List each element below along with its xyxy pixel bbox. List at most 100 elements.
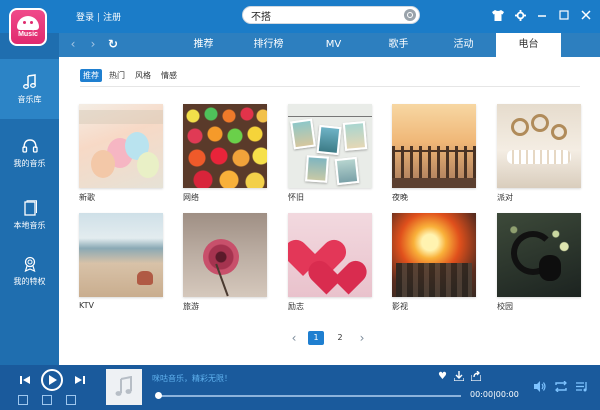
sidebar: 音乐库 我的音乐 本地音乐 我的特权 (0, 33, 59, 365)
tab-mv[interactable]: MV (301, 33, 366, 57)
station-label: 夜晚 (392, 193, 408, 202)
skin-shirt-icon[interactable] (492, 9, 504, 21)
headphones-icon (21, 138, 38, 153)
station-label: 网络 (183, 193, 199, 202)
tab-charts[interactable]: 排行榜 (236, 33, 301, 57)
tab-radio[interactable]: 电台 (496, 33, 561, 57)
track-actions: ♥ (438, 370, 482, 384)
search-box (242, 6, 420, 24)
station-card[interactable]: KTV (79, 213, 163, 310)
station-thumbnail (497, 104, 581, 188)
subtab-emotion[interactable]: 情感 (158, 69, 180, 82)
window-controls (492, 9, 592, 21)
app-logo: Music (9, 8, 47, 46)
station-card[interactable]: 怀旧 (288, 104, 372, 203)
station-card[interactable]: 旅游 (183, 213, 267, 312)
station-label: 校园 (497, 302, 513, 311)
station-thumbnail (288, 213, 372, 297)
progress-knob[interactable] (155, 392, 162, 399)
station-card[interactable]: 派对 (497, 104, 581, 203)
tab-events[interactable]: 活动 (431, 33, 496, 57)
pagination: ‹ 1 2 › (288, 331, 368, 345)
station-card[interactable]: 新歌 (79, 104, 163, 203)
nav-arrows: ‹ › ↻ (67, 37, 119, 51)
album-art[interactable] (106, 369, 142, 405)
station-card[interactable]: 夜晚 (392, 104, 476, 203)
station-thumbnail (392, 213, 476, 297)
sidebar-item-my-music[interactable]: 我的音乐 (0, 123, 59, 183)
minimize-icon[interactable] (536, 9, 548, 21)
station-card[interactable]: 校园 (497, 213, 581, 312)
sidebar-item-label: 我的特权 (13, 276, 46, 286)
subtab-divider (80, 86, 580, 87)
station-thumbnail (79, 213, 163, 297)
heart-icon[interactable]: ♥ (438, 371, 447, 384)
station-label: 怀旧 (288, 193, 304, 202)
player-small-icons (18, 395, 76, 405)
page-button[interactable]: 1 (308, 331, 324, 345)
sidebar-item-label: 本地音乐 (13, 220, 46, 230)
station-card[interactable]: 影视 (392, 213, 476, 312)
maximize-icon[interactable] (558, 9, 570, 21)
title-bar: 登录 | 注册 (0, 0, 600, 33)
refresh-icon[interactable]: ↻ (107, 37, 119, 51)
settings-gear-icon[interactable] (514, 9, 526, 21)
nav-row: ‹ › ↻ 推荐 排行榜 MV 歌手 活动 电台 (59, 33, 600, 57)
document-icon (23, 199, 37, 216)
play-time: 00:00|00:00 (470, 390, 519, 399)
station-thumbnail (183, 213, 267, 297)
progress-bar[interactable] (155, 392, 461, 399)
prev-page-icon[interactable]: ‹ (288, 331, 300, 345)
login-link[interactable]: 登录 (76, 13, 94, 23)
subtab-style[interactable]: 风格 (132, 69, 154, 82)
volume-icon[interactable] (534, 381, 546, 395)
forward-arrow-icon[interactable]: › (87, 37, 99, 51)
music-note-icon (22, 73, 36, 89)
sidebar-item-label: 我的音乐 (13, 158, 46, 168)
player-right-controls (534, 380, 588, 395)
login-links: 登录 | 注册 (76, 10, 121, 23)
share-icon[interactable] (470, 370, 482, 384)
search-input[interactable] (243, 7, 393, 23)
back-arrow-icon[interactable]: ‹ (67, 37, 79, 51)
search-icon[interactable] (404, 9, 416, 21)
station-card[interactable]: 励志 (288, 213, 372, 312)
subtab-hot[interactable]: 热门 (106, 69, 128, 82)
sidebar-item-privileges[interactable]: 我的特权 (0, 241, 59, 301)
station-thumbnail (183, 104, 267, 188)
player-bar: 咪咕音乐，精彩无限！ ♥ 00:00|00:00 (0, 365, 600, 410)
queue-list-icon[interactable] (576, 381, 588, 395)
station-label: 派对 (497, 193, 513, 202)
close-icon[interactable] (580, 9, 592, 21)
next-track-icon[interactable] (73, 373, 87, 387)
lyrics-icon[interactable] (42, 395, 52, 405)
play-button[interactable] (41, 369, 63, 391)
music-note-icon (115, 376, 132, 396)
station-card[interactable]: 网络 (183, 104, 267, 203)
sidebar-item-local-music[interactable]: 本地音乐 (0, 185, 59, 245)
station-label: 励志 (288, 302, 304, 311)
sidebar-item-music-library[interactable]: 音乐库 (0, 59, 59, 119)
station-thumbnail (288, 104, 372, 188)
register-link[interactable]: 注册 (103, 13, 121, 23)
station-label: 新歌 (79, 193, 95, 202)
song-title: 咪咕音乐，精彩无限！ (152, 374, 232, 383)
tab-singers[interactable]: 歌手 (366, 33, 431, 57)
login-separator: | (97, 13, 101, 23)
mini-mode-icon[interactable] (66, 395, 76, 405)
subtab-recommend[interactable]: 推荐 (80, 69, 102, 82)
download-icon[interactable] (453, 371, 465, 384)
station-label: 影视 (392, 302, 408, 311)
station-thumbnail (497, 213, 581, 297)
playlist-icon[interactable] (18, 395, 28, 405)
repeat-mode-icon[interactable] (554, 380, 568, 395)
tab-recommend[interactable]: 推荐 (171, 33, 236, 57)
previous-track-icon[interactable] (18, 373, 32, 387)
radio-content: 推荐 热门 风格 情感 新歌 网络 怀旧 夜晚 派对 KTV 旅游 励志 影视 … (59, 57, 600, 365)
next-page-icon[interactable]: › (356, 331, 368, 345)
station-thumbnail (79, 104, 163, 188)
station-label: KTV (79, 301, 94, 310)
sidebar-item-label: 音乐库 (17, 94, 42, 104)
main-tabs: 推荐 排行榜 MV 歌手 活动 电台 (171, 33, 561, 57)
page-button[interactable]: 2 (332, 331, 348, 345)
